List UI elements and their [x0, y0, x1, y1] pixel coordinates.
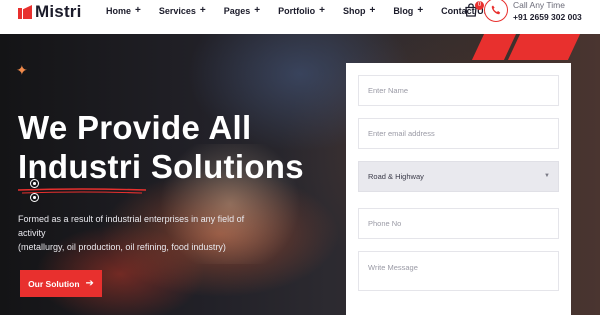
phone-placeholder: Phone No — [368, 219, 402, 228]
nav-item-home[interactable]: Home + — [106, 5, 141, 16]
chevron-down-icon: ▼ — [544, 173, 550, 179]
our-solution-button[interactable]: Our Solution ➔ — [20, 270, 102, 297]
arrow-right-icon: ➔ — [85, 278, 94, 289]
nav-label: Home — [106, 5, 132, 16]
email-field[interactable]: Enter email address — [358, 118, 559, 149]
plus-icon: + — [417, 5, 424, 16]
phone-field[interactable]: Phone No — [358, 208, 559, 239]
slider-dot[interactable] — [30, 193, 39, 202]
hero-title: We Provide All Industri Solutions — [18, 108, 304, 186]
quote-form: Enter Name Enter email address Road & Hi… — [346, 63, 571, 315]
nav-label: Portfolio — [278, 5, 316, 16]
slider-dots — [30, 179, 39, 207]
hero-description-line: (metallurgy, oil production, oil refinin… — [18, 242, 226, 252]
service-selected-value: Road & Highway — [368, 172, 424, 181]
cart-count-badge: 0 — [475, 1, 484, 10]
call-label: Call Any Time — [513, 0, 565, 10]
hero-title-line: We Provide All — [18, 109, 252, 146]
site-header: Mistri Home + Services + Pages + Portfol… — [0, 0, 600, 34]
plus-icon: + — [369, 5, 376, 16]
nav-item-pages[interactable]: Pages + — [224, 5, 260, 16]
plus-icon: + — [319, 5, 325, 16]
hero-description-line: Formed as a result of industrial enterpr… — [18, 214, 245, 238]
nav-label: Shop — [342, 5, 366, 16]
slider-dot[interactable] — [30, 179, 39, 188]
name-placeholder: Enter Name — [368, 86, 409, 95]
logo[interactable]: Mistri — [18, 2, 82, 22]
main-nav: Home + Services + Pages + Portfolio + Sh… — [106, 5, 507, 16]
brand-name: Mistri — [35, 2, 82, 21]
sparkle-icon: ✦ — [16, 62, 28, 78]
nav-item-shop[interactable]: Shop + — [343, 5, 375, 16]
phone-icon[interactable] — [484, 0, 508, 22]
cart-button[interactable]: 0 — [464, 1, 484, 19]
nav-item-blog[interactable]: Blog + — [393, 5, 423, 16]
decorative-stripe — [507, 34, 581, 60]
cta-label: Our Solution — [28, 278, 80, 289]
service-select[interactable]: Road & Highway ▼ — [358, 161, 559, 192]
logo-icon — [18, 5, 32, 19]
nav-item-services[interactable]: Services + — [159, 5, 206, 16]
message-field[interactable]: Write Message — [358, 251, 559, 291]
plus-icon: + — [254, 5, 261, 16]
plus-icon: + — [199, 5, 206, 16]
nav-item-portfolio[interactable]: Portfolio + — [278, 5, 325, 16]
plus-icon: + — [135, 5, 141, 16]
hero-title-line: Industri Solutions — [18, 148, 304, 185]
nav-label: Blog — [393, 5, 414, 16]
hero-description: Formed as a result of industrial enterpr… — [18, 212, 268, 254]
phone-glyph — [491, 5, 501, 15]
email-placeholder: Enter email address — [368, 129, 435, 138]
nav-label: Services — [158, 5, 196, 16]
message-placeholder: Write Message — [368, 263, 418, 272]
nav-label: Pages — [223, 5, 251, 16]
call-number[interactable]: +91 2659 302 003 — [513, 12, 582, 22]
name-field[interactable]: Enter Name — [358, 75, 559, 106]
